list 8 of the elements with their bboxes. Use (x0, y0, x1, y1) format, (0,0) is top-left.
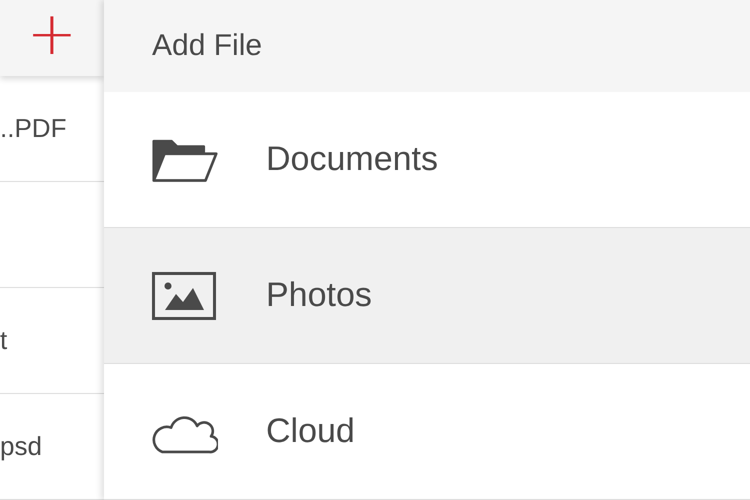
file-name: t (0, 325, 8, 356)
file-name: psd (0, 431, 42, 462)
menu-item[interactable]: Cloud (104, 364, 750, 500)
menu-item[interactable]: Photos (104, 228, 750, 364)
menu-item[interactable]: Documents (104, 92, 750, 228)
menu-title: Add File (104, 0, 750, 92)
file-name: ..PDF (0, 113, 66, 144)
image-icon (152, 272, 216, 320)
